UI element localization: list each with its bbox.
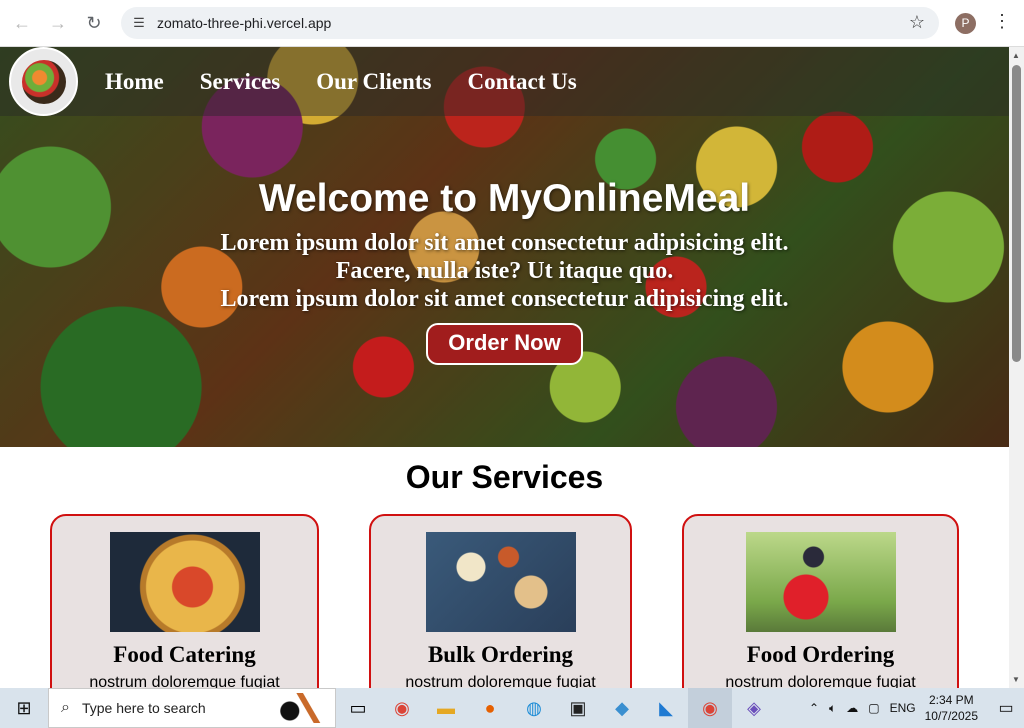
service-text: nostrum doloremque fugiat [405, 674, 596, 688]
site-logo[interactable] [9, 47, 78, 116]
system-tray: ⌃ 🔈︎ ☁ ▢ ENG 2:34 PM 10/7/2025 ▭ [804, 688, 1024, 728]
hero-title: Welcome to MyOnlineMeal [258, 177, 751, 220]
onedrive-icon[interactable]: ☁ [846, 701, 858, 715]
service-text: nostrum doloremque fugiat [725, 674, 916, 688]
windows-start-icon[interactable]: ⊞ [0, 688, 48, 728]
kebab-menu-icon[interactable]: ⋮ [992, 11, 1012, 32]
nav-menu: Home Services Our Clients Contact Us [105, 69, 577, 95]
page-viewport: Home Services Our Clients Contact Us Wel… [0, 47, 1009, 688]
salad-bowl-icon [21, 59, 66, 104]
terminal-icon[interactable]: ▣ [556, 688, 600, 728]
notification-icon[interactable]: ▭ [988, 698, 1024, 718]
hero-section: Home Services Our Clients Contact Us Wel… [0, 47, 1009, 447]
nav-link-clients[interactable]: Our Clients [316, 69, 431, 95]
hero-content: Welcome to MyOnlineMeal Lorem ipsum dolo… [0, 177, 1009, 365]
language-indicator[interactable]: ENG [890, 701, 916, 715]
edge-icon[interactable]: ◍ [512, 688, 556, 728]
reload-icon[interactable]: ↻ [80, 9, 108, 37]
bookmark-star-icon[interactable]: ☆ [909, 12, 925, 33]
windows-taskbar: ⊞ ⌕ Type here to search ▭ ◉ ▬ ● ◍ ▣ ◆ ◣ … [0, 688, 1024, 728]
service-title: Bulk Ordering [427, 642, 574, 667]
scroll-up-icon[interactable]: ▲ [1012, 51, 1020, 60]
nav-link-services[interactable]: Services [200, 69, 280, 95]
scroll-down-icon[interactable]: ▼ [1012, 675, 1020, 684]
search-placeholder: Type here to search [81, 700, 206, 716]
search-icon: ⌕ [61, 699, 70, 716]
order-now-button[interactable]: Order Now [426, 323, 583, 365]
chrome-profile-icon[interactable]: ◉ [688, 688, 732, 728]
url-text[interactable]: zomato-three-phi.vercel.app [157, 15, 331, 31]
bulk-food-image [425, 532, 576, 632]
service-card-ordering[interactable]: Food Ordering nostrum doloremque fugiat [682, 514, 959, 688]
forward-icon[interactable]: → [44, 9, 72, 37]
site-info-icon[interactable]: ☰ [129, 15, 149, 31]
task-view-icon[interactable]: ▭ [336, 688, 380, 728]
firefox-icon[interactable]: ● [468, 688, 512, 728]
clock-date: 10/7/2025 [924, 709, 978, 723]
browser-toolbar: ← → ↻ ☰ zomato-three-phi.vercel.app ☆ P … [0, 0, 1024, 47]
services-heading: Our Services [405, 459, 604, 495]
pizza-image [109, 532, 260, 632]
clock[interactable]: 2:34 PM 10/7/2025 [925, 692, 978, 724]
notepad-icon[interactable]: ◆ [600, 688, 644, 728]
nav-link-home[interactable]: Home [105, 69, 164, 95]
profile-avatar[interactable]: P [955, 13, 976, 34]
scrollbar-thumb[interactable] [1012, 65, 1021, 362]
chevron-up-icon[interactable]: ⌃ [809, 701, 819, 715]
search-highlight-image [273, 693, 329, 723]
service-title: Food Ordering [746, 642, 895, 667]
site-navbar: Home Services Our Clients Contact Us [0, 47, 1009, 116]
service-card-catering[interactable]: Food Catering nostrum doloremque fugiat [50, 514, 319, 688]
address-bar[interactable]: ☰ zomato-three-phi.vercel.app ☆ [121, 7, 939, 39]
clock-time: 2:34 PM [928, 693, 974, 707]
delivery-rider-image [745, 532, 896, 632]
hero-text-1: Lorem ipsum dolor sit amet consectetur a… [220, 230, 789, 284]
page-scrollbar[interactable]: ▲ ▼ [1009, 47, 1024, 688]
volume-icon[interactable]: 🔈︎ [829, 701, 836, 716]
back-icon[interactable]: ← [8, 9, 36, 37]
chrome-icon[interactable]: ◉ [380, 688, 424, 728]
file-explorer-icon[interactable]: ▬ [424, 688, 468, 728]
nav-link-contact[interactable]: Contact Us [467, 69, 576, 95]
git-icon[interactable]: ◈ [732, 688, 776, 728]
service-card-bulk[interactable]: Bulk Ordering nostrum doloremque fugiat [369, 514, 632, 688]
service-title: Food Catering [113, 642, 256, 667]
hero-text-2: Lorem ipsum dolor sit amet consectetur a… [220, 286, 789, 312]
service-text: nostrum doloremque fugiat [89, 674, 280, 688]
meet-icon[interactable]: ▢ [868, 701, 879, 715]
vscode-icon[interactable]: ◣ [644, 688, 688, 728]
taskbar-search[interactable]: ⌕ Type here to search [48, 688, 336, 728]
